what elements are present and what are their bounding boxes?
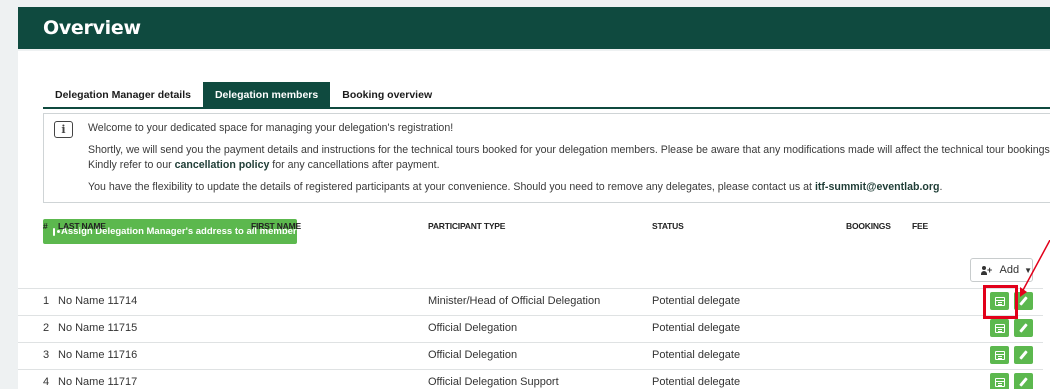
tab-bar: Delegation Manager details Delegation me…: [43, 82, 444, 107]
table-row: 3 No Name 11716 Official Delegation Pote…: [18, 342, 1043, 369]
pencil-icon: [1019, 323, 1028, 333]
col-header-num: #: [43, 221, 48, 231]
row-last-name: No Name 11714: [58, 295, 138, 307]
info-welcome-text: Welcome to your dedicated space for mana…: [88, 122, 454, 134]
tab-booking-overview[interactable]: Booking overview: [330, 82, 444, 107]
info-payment-text-b: for any cancellations after payment.: [269, 159, 440, 171]
table-row: 1 No Name 11714 Minister/Head of Officia…: [18, 288, 1043, 315]
info-payment-text: Shortly, we will send you the payment de…: [88, 143, 1050, 173]
row-num: 2: [43, 322, 50, 334]
annotation-arrow: [1020, 240, 1050, 297]
id-card-icon: [53, 227, 60, 236]
bookings-button[interactable]: [990, 319, 1009, 337]
row-last-name: No Name 11715: [58, 322, 138, 334]
calendar-icon: [994, 323, 1005, 333]
col-header-last-name[interactable]: LAST NAME: [58, 221, 106, 231]
row-participant-type: Official Delegation: [428, 349, 518, 361]
row-participant-type: Minister/Head of Official Delegation: [428, 295, 601, 307]
edit-button[interactable]: [1014, 346, 1033, 364]
row-num: 1: [43, 295, 50, 307]
bookings-button[interactable]: [990, 373, 1009, 389]
calendar-icon: [994, 377, 1005, 387]
info-box: i Welcome to your dedicated space for ma…: [43, 113, 1050, 203]
info-icon: i: [54, 121, 73, 138]
bookings-button[interactable]: [990, 346, 1009, 364]
row-last-name: No Name 11717: [58, 376, 138, 388]
page-margin: [0, 0, 18, 389]
tab-delegation-manager-details[interactable]: Delegation Manager details: [43, 82, 203, 107]
row-last-name: No Name 11716: [58, 349, 138, 361]
col-header-first-name[interactable]: FIRST NAME: [251, 221, 301, 231]
tab-underline: [43, 107, 1050, 109]
user-plus-sign: +: [987, 265, 993, 275]
row-num: 4: [43, 376, 50, 388]
pencil-icon: [1019, 350, 1028, 360]
tab-delegation-members[interactable]: Delegation members: [202, 82, 331, 107]
info-contact-text: You have the flexibility to update the d…: [88, 180, 1050, 195]
row-participant-type: Official Delegation: [428, 322, 518, 334]
user-plus-icon: [981, 265, 987, 275]
info-contact-text-a: You have the flexibility to update the d…: [88, 181, 815, 193]
contact-email-link[interactable]: itf-summit@eventlab.org: [815, 181, 940, 193]
row-num: 3: [43, 349, 50, 361]
edit-button[interactable]: [1014, 373, 1033, 389]
table-row: 2 No Name 11715 Official Delegation Pote…: [18, 315, 1043, 342]
col-header-bookings[interactable]: BOOKINGS: [846, 221, 891, 231]
cancellation-policy-link[interactable]: cancellation policy: [175, 159, 270, 171]
page-title: Overview: [43, 17, 141, 39]
info-contact-text-b: .: [939, 181, 943, 193]
col-header-status[interactable]: STATUS: [652, 221, 684, 231]
calendar-icon: [994, 350, 1005, 360]
row-status: Potential delegate: [652, 322, 741, 334]
col-header-fee[interactable]: FEE: [912, 221, 928, 231]
pencil-icon: [1019, 377, 1028, 387]
col-header-participant-type[interactable]: PARTICIPANT TYPE: [428, 221, 505, 231]
row-participant-type: Official Delegation Support: [428, 376, 559, 388]
row-status: Potential delegate: [652, 295, 741, 307]
row-status: Potential delegate: [652, 349, 741, 361]
table-row: 4 No Name 11717 Official Delegation Supp…: [18, 369, 1043, 389]
edit-button[interactable]: [1014, 319, 1033, 337]
page-header: Overview: [18, 7, 1050, 49]
row-status: Potential delegate: [652, 376, 741, 388]
